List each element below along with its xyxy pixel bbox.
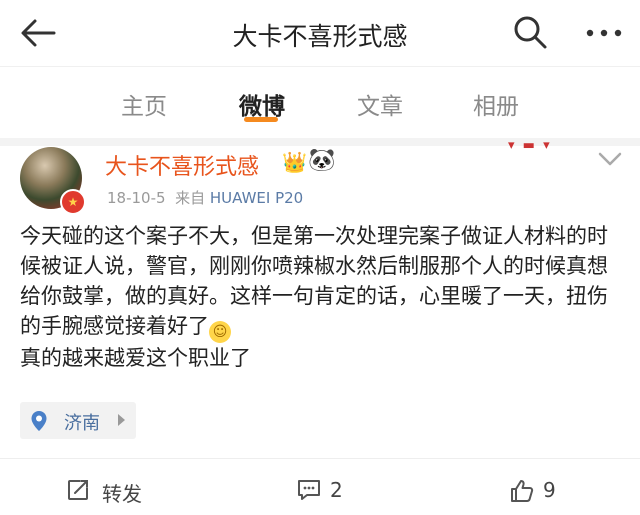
post-body: 今天碰的这个案子不大，但是第一次处理完案子做证人材料的时候被证人说，警官，刚刚你… (20, 221, 625, 373)
comment-count: 2 (330, 478, 343, 502)
comment-button[interactable]: 2 (296, 476, 356, 506)
post-text: 今天碰的这个案子不大，但是第一次处理完案子做证人材料的时候被证人说，警官，刚刚你… (20, 224, 608, 338)
post-date: 18-10-5 (107, 189, 166, 207)
smile-emoji-icon: ☺ (209, 321, 231, 343)
repost-label: 转发 (102, 482, 142, 506)
top-bar: 大卡不喜形式感 (0, 0, 640, 66)
post-text-line2: 真的越来越爱这个职业了 (20, 346, 251, 370)
chevron-down-icon[interactable] (597, 150, 623, 168)
panda-icon: 🐼 (308, 148, 336, 173)
post-username[interactable]: 大卡不喜形式感 (105, 149, 259, 181)
chevron-right-icon (118, 414, 125, 426)
tab-home[interactable]: 主页 (121, 87, 167, 121)
vip-crown-icon: 👑 (282, 150, 307, 174)
card-decoration-icon: ▾ ▬ ▾ (508, 138, 552, 153)
like-count: 9 (543, 478, 556, 502)
action-divider (0, 458, 640, 459)
thumbs-up-icon (511, 480, 534, 502)
location-tag[interactable]: 济南 (20, 402, 136, 439)
location-pin-icon (31, 411, 47, 431)
post-meta: 18-10-5 来自 HUAWEI P20 (107, 187, 303, 208)
repost-icon (68, 480, 88, 500)
verified-badge-icon: ★ (60, 189, 86, 215)
active-tab-indicator (244, 117, 278, 122)
comment-icon (298, 480, 320, 500)
like-button[interactable]: 9 (509, 476, 569, 506)
repost-button[interactable]: 转发 (66, 476, 156, 506)
post-source[interactable]: HUAWEI P20 (210, 189, 303, 207)
profile-tabs: 主页 微博 文章 相册 (0, 66, 640, 139)
more-dots-icon[interactable] (584, 20, 624, 46)
source-prefix: 来自 (175, 189, 206, 207)
search-icon[interactable] (512, 14, 548, 50)
tab-weibo[interactable]: 微博 (239, 87, 285, 121)
tab-album[interactable]: 相册 (473, 87, 519, 121)
location-label: 济南 (64, 413, 100, 434)
tab-articles[interactable]: 文章 (357, 87, 403, 121)
